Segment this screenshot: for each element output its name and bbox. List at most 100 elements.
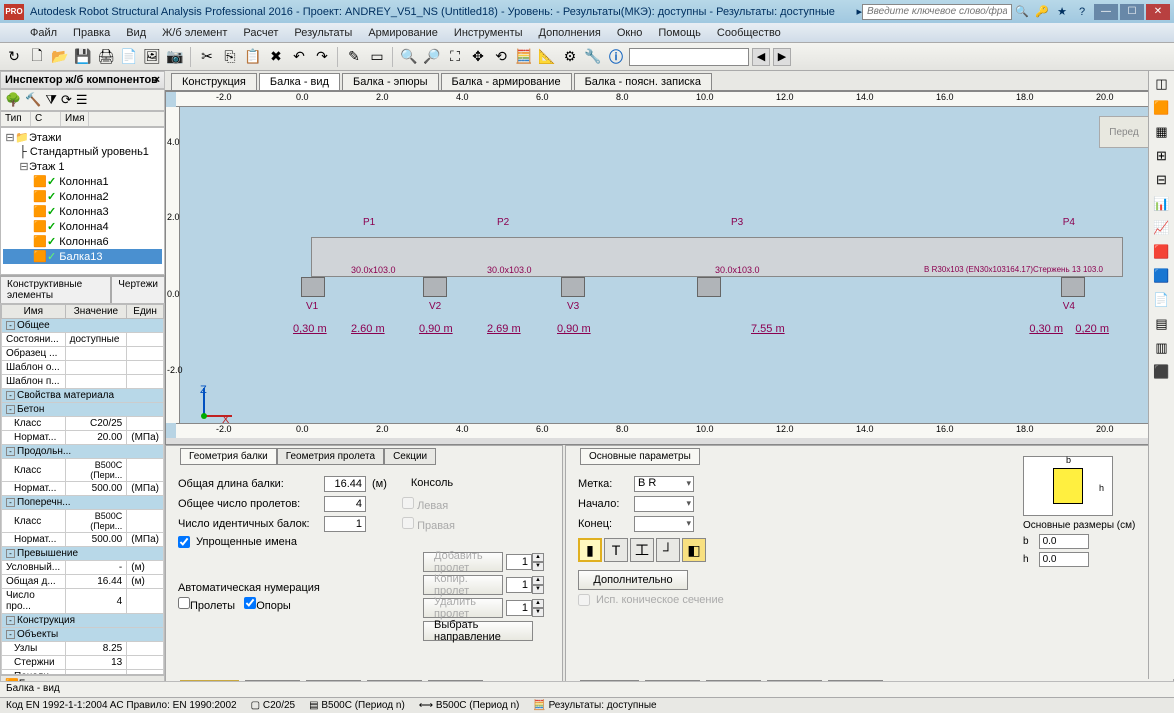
rt-icon-12[interactable]: ▥: [1153, 339, 1171, 357]
tree-root[interactable]: ⊟📁Этажи: [3, 130, 162, 145]
total-length-input[interactable]: [324, 476, 366, 492]
tree-col3[interactable]: 🟧✓ Колонна3: [3, 204, 162, 219]
tab-beam-geom[interactable]: Геометрия балки: [180, 448, 277, 465]
star-icon[interactable]: ★: [1054, 4, 1070, 19]
menu-window[interactable]: Окно: [609, 25, 651, 41]
dim-h-input[interactable]: [1039, 552, 1089, 567]
hammer-icon[interactable]: 🔨: [25, 92, 41, 108]
menu-analysis[interactable]: Расчет: [235, 25, 286, 41]
tab-beam-view[interactable]: Балка - вид: [259, 73, 340, 90]
undo-icon[interactable]: ↶: [289, 47, 309, 67]
scrollbar-horizontal[interactable]: [166, 438, 1167, 444]
filter-icon[interactable]: ⧩: [45, 92, 57, 108]
save-icon[interactable]: 💾: [73, 47, 93, 67]
screenshot-icon[interactable]: 🖼: [142, 47, 162, 67]
wrench-icon[interactable]: 🔧: [583, 47, 603, 67]
shape-l-icon[interactable]: ┘: [656, 538, 680, 562]
section-label-combo[interactable]: B R: [634, 476, 694, 492]
reopen-icon[interactable]: ↻: [4, 47, 24, 67]
binoculars-icon[interactable]: 🔍: [1014, 4, 1030, 19]
menu-addins[interactable]: Дополнения: [531, 25, 609, 41]
tab-beam-note[interactable]: Балка - поясн. записка: [574, 73, 712, 90]
rt-icon-3[interactable]: ▦: [1153, 123, 1171, 141]
preview-icon[interactable]: 📄: [119, 47, 139, 67]
dim-b-input[interactable]: [1039, 534, 1089, 549]
identical-beams-input[interactable]: [324, 516, 366, 532]
zoom-window-icon[interactable]: ⛶: [445, 47, 465, 67]
menu-rc-element[interactable]: Ж/б элемент: [154, 25, 235, 41]
search-input[interactable]: [862, 4, 1012, 20]
calc2-icon[interactable]: 📐: [537, 47, 557, 67]
properties-table[interactable]: ИмяЗначениеЕдин -Общее Состояни...доступ…: [0, 303, 165, 675]
refresh-icon[interactable]: ⟳: [61, 92, 72, 108]
pan-icon[interactable]: ✥: [468, 47, 488, 67]
info-icon[interactable]: ⓘ: [606, 47, 626, 67]
layout-combo[interactable]: [629, 48, 749, 66]
tab-span-geom[interactable]: Геометрия пролета: [277, 448, 384, 465]
rt-icon-8[interactable]: 🟥: [1153, 243, 1171, 261]
maximize-button[interactable]: ☐: [1120, 4, 1144, 20]
start-combo[interactable]: [634, 496, 694, 512]
rt-icon-4[interactable]: ⊞: [1153, 147, 1171, 165]
rt-icon-2[interactable]: 🟧: [1153, 99, 1171, 117]
edit-icon[interactable]: ✎: [344, 47, 364, 67]
new-icon[interactable]: 🗋: [27, 47, 47, 67]
redo-icon[interactable]: ↷: [312, 47, 332, 67]
tree-icon[interactable]: 🌳: [5, 92, 21, 108]
zoom-in-icon[interactable]: 🔍: [399, 47, 419, 67]
help-icon[interactable]: ?: [1074, 4, 1090, 19]
close-button[interactable]: ✕: [1146, 4, 1170, 20]
tree-col6[interactable]: 🟧✓ Колонна6: [3, 234, 162, 249]
rt-icon-13[interactable]: ⬛: [1153, 363, 1171, 381]
advanced-button[interactable]: Дополнительно: [578, 570, 688, 590]
tab-main-params[interactable]: Основные параметры: [580, 448, 700, 465]
rt-icon-11[interactable]: ▤: [1153, 315, 1171, 333]
tab-drawings[interactable]: Чертежи: [111, 276, 165, 303]
shape-custom-icon[interactable]: ◧: [682, 538, 706, 562]
minimize-button[interactable]: —: [1094, 4, 1118, 20]
supports-check[interactable]: [244, 597, 256, 609]
paste-icon[interactable]: 📋: [243, 47, 263, 67]
rt-icon-1[interactable]: ◫: [1153, 75, 1171, 93]
spans-check[interactable]: [178, 597, 190, 609]
tab-beam-reinf[interactable]: Балка - армирование: [441, 73, 572, 90]
tab-structure[interactable]: Конструкция: [171, 73, 257, 90]
props-icon[interactable]: ☰: [76, 92, 88, 108]
left-console-check[interactable]: [402, 497, 414, 509]
copy-span-num[interactable]: [506, 577, 532, 593]
direction-button[interactable]: Выбрать направление: [423, 621, 533, 641]
tab-sections[interactable]: Секции: [384, 448, 436, 465]
tab-elements[interactable]: Конструктивные элементы: [0, 276, 111, 303]
conical-check[interactable]: [578, 594, 590, 606]
menu-results[interactable]: Результаты: [286, 25, 360, 41]
zoom-out-icon[interactable]: 🔎: [422, 47, 442, 67]
drawing-canvas[interactable]: -2.0 0.0 2.0 4.0 6.0 8.0 10.0 12.0 14.0 …: [165, 91, 1174, 445]
shape-tee-icon[interactable]: T: [604, 538, 628, 562]
tab-beam-diagrams[interactable]: Балка - эпюры: [342, 73, 439, 90]
delete-icon[interactable]: ✖: [266, 47, 286, 67]
menu-view[interactable]: Вид: [118, 25, 154, 41]
rt-icon-7[interactable]: 📈: [1153, 219, 1171, 237]
end-combo[interactable]: [634, 516, 694, 532]
tree-col2[interactable]: 🟧✓ Колонна2: [3, 189, 162, 204]
right-console-check[interactable]: [402, 517, 414, 529]
tree-beam13[interactable]: 🟧✓ Балка13: [3, 249, 162, 264]
print-icon[interactable]: 🖨: [96, 47, 116, 67]
span-count-input[interactable]: [324, 496, 366, 512]
shape-rect-icon[interactable]: ▮: [578, 538, 602, 562]
menu-edit[interactable]: Правка: [65, 25, 118, 41]
rotate-icon[interactable]: ⟲: [491, 47, 511, 67]
cut-icon[interactable]: ✂: [197, 47, 217, 67]
gear-icon[interactable]: ⚙: [560, 47, 580, 67]
prev-arrow-icon[interactable]: ◀: [752, 48, 770, 66]
close-icon[interactable]: ×: [154, 74, 160, 86]
copy-icon[interactable]: ⎘: [220, 47, 240, 67]
camera-icon[interactable]: 📷: [165, 47, 185, 67]
rt-icon-10[interactable]: 📄: [1153, 291, 1171, 309]
menu-reinforcement[interactable]: Армирование: [360, 25, 446, 41]
rt-icon-9[interactable]: 🟦: [1153, 267, 1171, 285]
calc-icon[interactable]: 🧮: [514, 47, 534, 67]
simple-names-check[interactable]: [178, 536, 190, 548]
key-icon[interactable]: 🔑: [1034, 4, 1050, 19]
menu-file[interactable]: Файл: [22, 25, 65, 41]
